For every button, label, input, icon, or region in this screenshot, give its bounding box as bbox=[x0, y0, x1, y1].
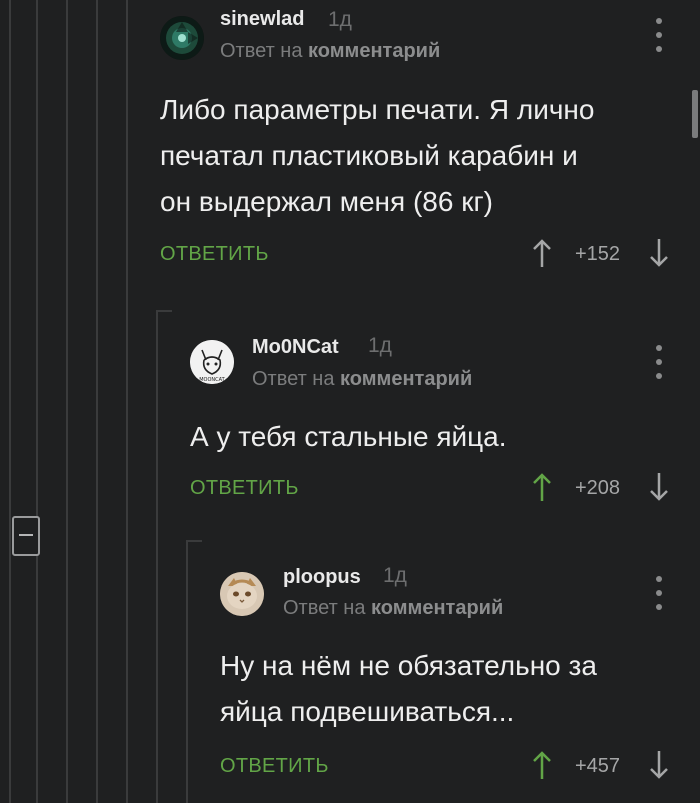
reply-button[interactable]: ОТВЕТИТЬ bbox=[220, 755, 329, 778]
comment-rating: +457 bbox=[575, 755, 621, 777]
comment-time: 1д bbox=[383, 564, 407, 587]
reply-prefix: Ответ на bbox=[283, 597, 366, 619]
comment-text-line: Ну на нём не обязательно за bbox=[220, 650, 597, 681]
downvote-arrow-icon[interactable] bbox=[648, 750, 670, 780]
comment-username[interactable]: ploopus bbox=[283, 566, 361, 589]
cat-photo-avatar-icon[interactable] bbox=[220, 572, 264, 616]
upvote-arrow-icon[interactable] bbox=[531, 750, 553, 780]
more-menu-icon[interactable] bbox=[655, 576, 663, 610]
reply-to-link[interactable]: Ответ на комментарий bbox=[283, 597, 503, 620]
comment-text: Ну на нём не обязательно за яйца подвеши… bbox=[220, 643, 597, 735]
comment-text-line: яйца подвешиваться... bbox=[220, 696, 515, 727]
reply-target: комментарий bbox=[371, 597, 504, 619]
comment-ploopus: ploopus 1д Ответ на комментарий Ну на нё… bbox=[0, 0, 700, 803]
